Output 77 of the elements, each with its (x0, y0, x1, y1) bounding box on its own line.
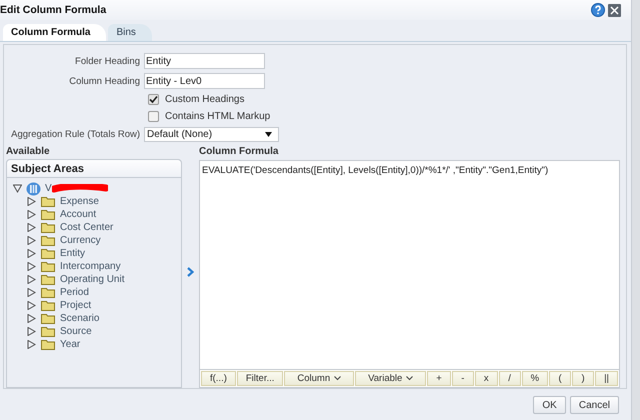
folder-icon (41, 235, 55, 246)
tree-item[interactable]: Source (60, 326, 92, 337)
expand-triangle-icon[interactable] (27, 340, 36, 349)
dialog-button[interactable]: OK (533, 396, 566, 414)
folder-icon (41, 339, 55, 350)
toolbar-button[interactable]: Variable (355, 371, 426, 386)
section-heading: Available (6, 146, 51, 158)
toolbar-button[interactable]: || (595, 371, 618, 386)
chevron-down-icon (334, 376, 342, 381)
dialog-button[interactable]: Cancel (570, 396, 619, 414)
tree-item[interactable]: V (45, 183, 52, 194)
toolbar-button[interactable]: - (452, 371, 474, 386)
input-field[interactable]: Entity - Lev0 (144, 73, 265, 89)
folder-icon (41, 274, 55, 285)
folder-icon (41, 326, 55, 337)
checkbox-label: Contains HTML Markup (165, 111, 270, 122)
toolbar-button[interactable]: Filter... (236, 371, 284, 386)
expand-triangle-icon[interactable] (27, 223, 36, 232)
chevron-down-icon (406, 376, 414, 381)
checkbox[interactable] (148, 111, 159, 122)
toolbar-button[interactable]: + (427, 371, 451, 386)
expand-triangle-icon[interactable] (27, 210, 36, 219)
toolbar-button[interactable]: ) (572, 371, 594, 386)
tree-item[interactable]: Project (60, 300, 92, 311)
input-field[interactable]: Entity (144, 53, 265, 69)
field-label: Aggregation Rule (Totals Row) (11, 129, 140, 140)
folder-icon (41, 261, 55, 272)
toolbar-button[interactable]: Column (284, 371, 354, 386)
expand-triangle-icon[interactable] (27, 314, 36, 323)
tab[interactable]: Column Formula (3, 24, 106, 41)
formula-field[interactable]: EVALUATE('Descendants([Entity], Levels([Entity],0))/*%1*/' ,"Entity"."Gen1,Entity") (198, 160, 620, 370)
toolbar-button[interactable]: / (498, 371, 521, 386)
close-icon[interactable] (608, 4, 621, 16)
expand-triangle-icon[interactable] (27, 197, 36, 206)
checkbox-label: Custom Headings (165, 94, 244, 105)
panel-title: Subject Areas (11, 162, 84, 174)
toolbar-button[interactable]: % (522, 371, 548, 386)
checkbox[interactable] (148, 94, 159, 105)
chevron-right-icon[interactable] (186, 267, 194, 277)
expand-triangle-icon[interactable] (27, 249, 36, 258)
tree-item[interactable]: Expense (60, 196, 99, 207)
toolbar-button[interactable]: x (474, 371, 498, 386)
expand-triangle-icon[interactable] (27, 327, 36, 336)
dropdown-arrow-icon (265, 132, 272, 137)
redaction-mark (52, 184, 108, 194)
toolbar-button[interactable]: ( (549, 371, 572, 386)
tree-item[interactable]: Operating Unit (60, 274, 124, 285)
section-heading: Column Formula (198, 146, 280, 158)
folder-icon (41, 287, 55, 298)
expand-triangle-icon[interactable] (27, 288, 36, 297)
field-label: Column Heading (69, 76, 140, 86)
cube-icon (26, 182, 41, 196)
folder-icon (41, 248, 55, 259)
expand-triangle-icon[interactable] (27, 275, 36, 284)
expand-triangle-icon[interactable] (27, 262, 36, 271)
tree-item[interactable]: Year (60, 339, 80, 350)
folder-icon (41, 222, 55, 233)
tree-item[interactable]: Scenario (60, 313, 100, 324)
expand-triangle-icon[interactable] (27, 301, 36, 310)
folder-icon (41, 196, 55, 207)
tree-item[interactable]: Intercompany (60, 261, 121, 272)
tree-item[interactable]: Entity (60, 248, 86, 259)
folder-icon (41, 300, 55, 311)
tree-item[interactable]: Cost Center (60, 222, 114, 233)
help-icon[interactable] (591, 3, 605, 17)
tree-item[interactable]: Currency (60, 235, 101, 246)
toolbar-button[interactable]: f(...) (200, 371, 236, 386)
folder-icon (41, 313, 55, 324)
tree-item[interactable]: Account (60, 209, 96, 220)
field-label: Folder Heading (75, 56, 140, 66)
tab[interactable]: Bins (108, 24, 152, 41)
expand-triangle-icon[interactable] (27, 236, 36, 245)
folder-icon (41, 209, 55, 220)
tree-item[interactable]: Period (60, 287, 89, 298)
dropdown[interactable]: Default (None) (144, 127, 279, 142)
dialog-title: Edit Column Formula (0, 4, 106, 16)
collapse-triangle-icon[interactable] (13, 184, 22, 193)
